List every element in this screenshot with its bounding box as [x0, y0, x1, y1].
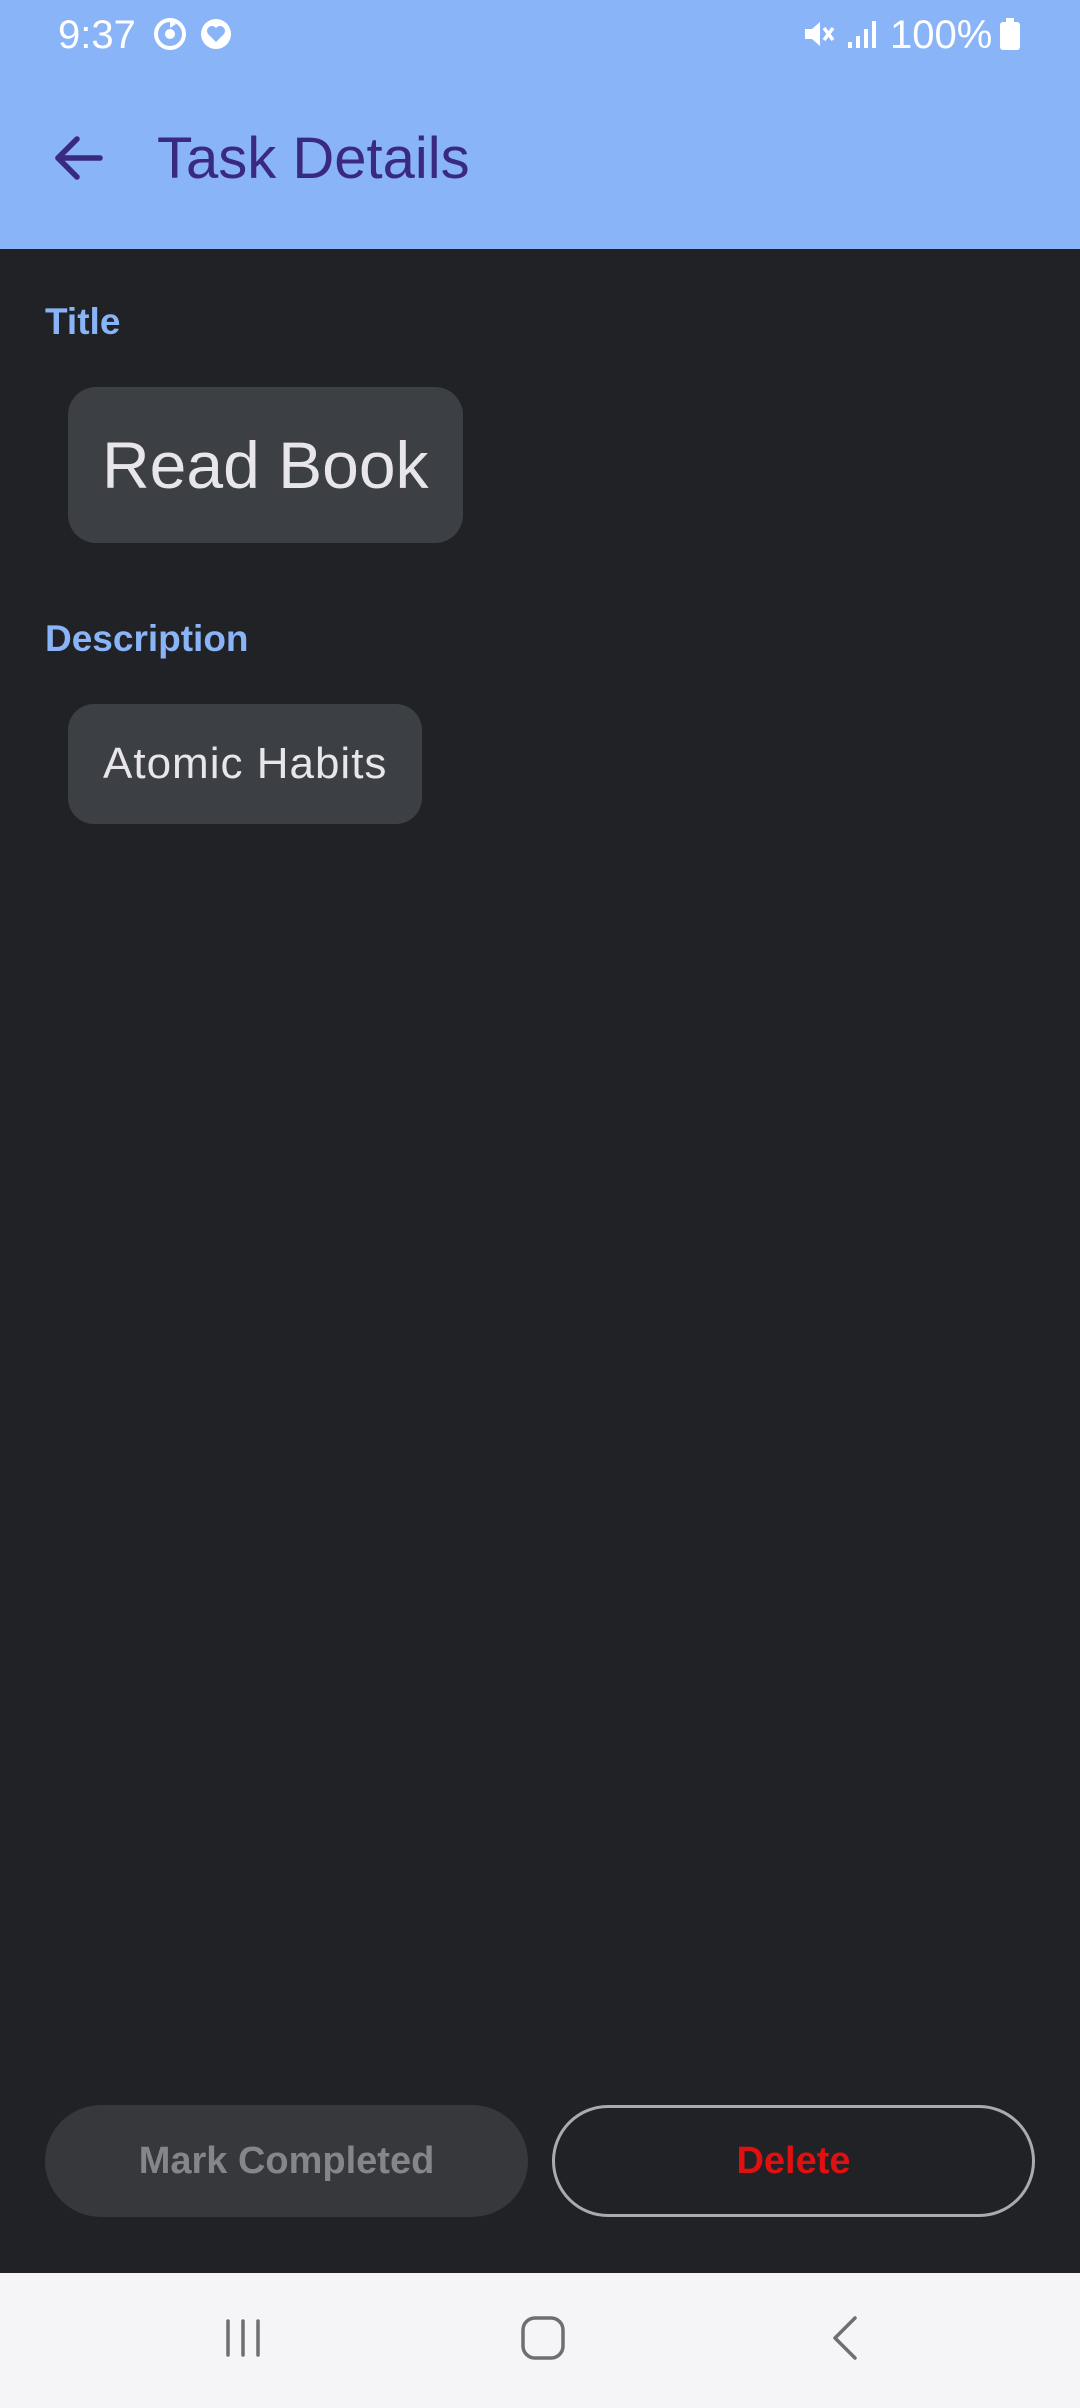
- mute-icon: [800, 16, 836, 52]
- description-label: Description: [45, 618, 249, 659]
- mark-completed-button[interactable]: Mark Completed: [45, 2105, 528, 2217]
- status-bar: 9:37 100%: [0, 0, 1080, 70]
- signal-icon: [845, 16, 881, 52]
- battery-icon: [998, 16, 1022, 52]
- recent-apps-icon: [218, 2313, 268, 2368]
- back-icon: [822, 2313, 872, 2368]
- system-nav-bar: [0, 2273, 1080, 2408]
- page-title: Task Details: [157, 126, 470, 191]
- heart-badge-icon: [198, 16, 234, 52]
- recent-apps-button[interactable]: [198, 2303, 288, 2378]
- back-button[interactable]: [38, 120, 118, 200]
- app-bar: Task Details: [0, 100, 1080, 220]
- nav-back-button[interactable]: [802, 2303, 892, 2378]
- arrow-left-icon: [50, 130, 106, 191]
- title-label: Title: [45, 301, 121, 342]
- top-app-header: 9:37 100% Task Details: [0, 0, 1080, 249]
- battery-percentage: 100%: [890, 13, 993, 57]
- home-button[interactable]: [498, 2303, 588, 2378]
- status-time: 9:37: [58, 13, 136, 57]
- sync-icon: [152, 16, 188, 52]
- title-value: Read Book: [68, 387, 463, 543]
- delete-button[interactable]: Delete: [552, 2105, 1035, 2217]
- home-icon: [518, 2313, 568, 2368]
- description-value: Atomic Habits: [68, 704, 423, 824]
